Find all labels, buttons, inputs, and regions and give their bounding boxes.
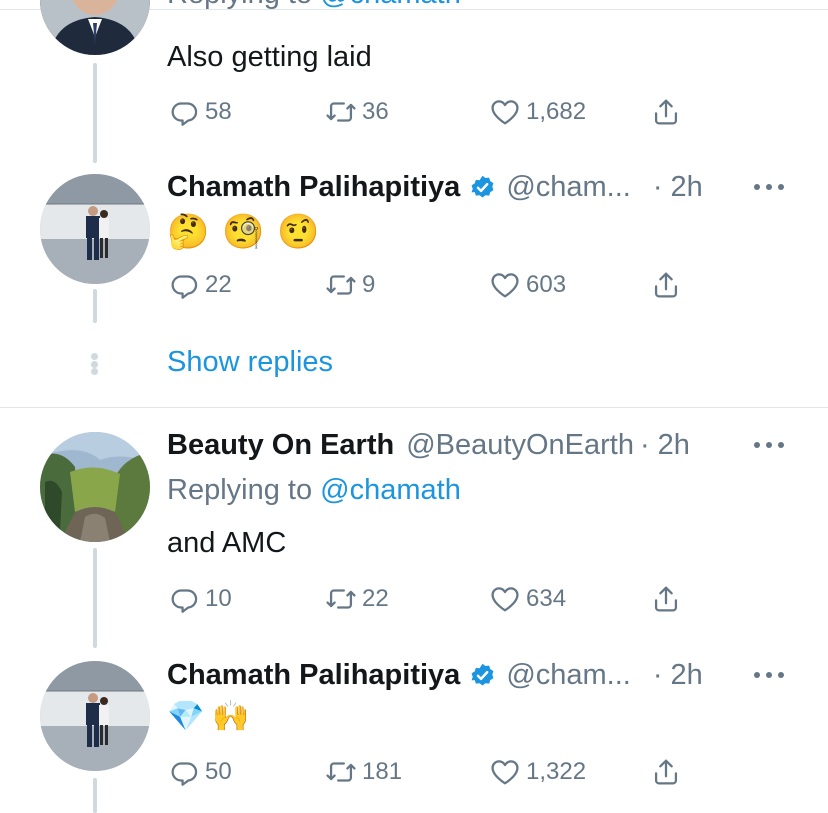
reply-icon bbox=[171, 589, 198, 613]
like-icon bbox=[491, 760, 519, 785]
raised-eyebrow-emoji: 🤨 bbox=[277, 212, 320, 252]
share-button[interactable] bbox=[649, 92, 683, 132]
display-name[interactable]: Chamath Palihapitiya bbox=[167, 659, 460, 692]
raising-hands-emoji: 🙌 bbox=[212, 699, 250, 734]
more-icon[interactable] bbox=[754, 440, 784, 450]
reply-count: 58 bbox=[205, 98, 232, 125]
thread-line bbox=[93, 289, 97, 323]
user-handle[interactable]: @cham... bbox=[506, 171, 631, 204]
tweet-header: Chamath Palihapitiya @cham... · 2h bbox=[167, 167, 703, 207]
retweet-button[interactable]: 36 bbox=[324, 92, 389, 132]
display-name[interactable]: Chamath Palihapitiya bbox=[167, 171, 460, 204]
reply-button[interactable]: 10 bbox=[167, 579, 232, 619]
share-button[interactable] bbox=[649, 265, 683, 305]
user-handle[interactable]: @BeautyOnEarth bbox=[406, 429, 634, 462]
thread-line bbox=[93, 63, 97, 163]
more-icon[interactable] bbox=[754, 670, 784, 680]
thinking-face-emoji: 🤔 bbox=[167, 212, 210, 252]
reply-count: 22 bbox=[205, 271, 232, 298]
avatar-photo-icon bbox=[40, 0, 150, 55]
share-icon bbox=[654, 586, 678, 612]
tweet-actions: 50 181 1,322 bbox=[167, 752, 707, 792]
avatar-photo-icon bbox=[40, 432, 150, 542]
gem-emoji: 💎 bbox=[167, 699, 205, 734]
avatar-photo-icon bbox=[40, 661, 150, 771]
retweet-icon bbox=[326, 275, 356, 295]
reply-icon bbox=[171, 102, 198, 126]
retweet-count: 181 bbox=[362, 758, 403, 785]
verified-badge-icon bbox=[471, 663, 494, 686]
like-icon bbox=[491, 273, 519, 298]
tweet-header: Beauty On Earth @BeautyOnEarth · 2h bbox=[167, 425, 690, 465]
retweet-icon bbox=[326, 102, 356, 122]
timestamp[interactable]: · 2h bbox=[653, 171, 703, 204]
mention-link[interactable]: @chamath bbox=[320, 474, 461, 506]
tweet-actions: 58 36 1,682 bbox=[167, 92, 707, 132]
avatar-photo-icon bbox=[40, 174, 150, 284]
retweet-button[interactable]: 181 bbox=[324, 752, 402, 792]
share-button[interactable] bbox=[649, 579, 683, 619]
like-count: 1,682 bbox=[526, 98, 587, 125]
like-count: 1,322 bbox=[526, 758, 587, 785]
reply-button[interactable]: 50 bbox=[167, 752, 232, 792]
retweet-count: 9 bbox=[362, 271, 376, 298]
thread-continuation-dots bbox=[91, 353, 99, 375]
tweet-text: Also getting laid bbox=[167, 41, 372, 73]
like-icon bbox=[491, 100, 519, 125]
retweet-count: 22 bbox=[362, 585, 389, 612]
display-name[interactable]: Beauty On Earth bbox=[167, 429, 394, 462]
retweet-icon bbox=[326, 762, 356, 782]
monocle-face-emoji: 🧐 bbox=[222, 212, 265, 252]
retweet-icon bbox=[326, 589, 356, 609]
share-button[interactable] bbox=[649, 752, 683, 792]
timestamp[interactable]: · 2h bbox=[653, 659, 703, 692]
mention-link[interactable]: @chamath bbox=[320, 0, 461, 10]
reply-icon bbox=[171, 762, 198, 786]
like-button[interactable]: 1,682 bbox=[488, 92, 586, 132]
tweet-text: and AMC bbox=[167, 527, 287, 559]
like-button[interactable]: 634 bbox=[488, 579, 566, 619]
retweet-button[interactable]: 9 bbox=[324, 265, 375, 305]
verified-badge-icon bbox=[471, 175, 494, 198]
tweet-actions: 10 22 634 bbox=[167, 579, 707, 619]
avatar[interactable] bbox=[40, 661, 150, 771]
reply-to-line: Replying to @chamath bbox=[167, 0, 461, 11]
avatar[interactable] bbox=[40, 432, 150, 542]
user-handle[interactable]: @cham... bbox=[506, 659, 631, 692]
thread-line bbox=[93, 778, 97, 813]
timestamp[interactable]: · 2h bbox=[640, 429, 690, 462]
show-replies-link[interactable]: Show replies bbox=[167, 346, 333, 379]
reply-to-prefix: Replying to bbox=[167, 474, 313, 506]
like-icon bbox=[491, 587, 519, 612]
more-icon[interactable] bbox=[754, 182, 784, 192]
reply-to-prefix: Replying to bbox=[167, 0, 312, 10]
reply-to-line: Replying to @chamath bbox=[167, 474, 461, 507]
reply-count: 50 bbox=[205, 758, 232, 785]
reply-button[interactable]: 22 bbox=[167, 265, 232, 305]
avatar[interactable] bbox=[40, 174, 150, 284]
tweet-actions: 22 9 603 bbox=[167, 265, 707, 305]
reply-icon bbox=[171, 275, 198, 299]
share-icon bbox=[654, 759, 678, 785]
like-button[interactable]: 1,322 bbox=[488, 752, 586, 792]
like-count: 603 bbox=[526, 271, 567, 298]
retweet-button[interactable]: 22 bbox=[324, 579, 389, 619]
tweet-header: Chamath Palihapitiya @cham... · 2h bbox=[167, 655, 703, 695]
reply-button[interactable]: 58 bbox=[167, 92, 232, 132]
like-button[interactable]: 603 bbox=[488, 265, 566, 305]
reply-count: 10 bbox=[205, 585, 232, 612]
share-icon bbox=[654, 99, 678, 125]
share-icon bbox=[654, 272, 678, 298]
retweet-count: 36 bbox=[362, 98, 389, 125]
like-count: 634 bbox=[526, 585, 567, 612]
thread-divider bbox=[0, 407, 828, 408]
avatar[interactable] bbox=[40, 0, 150, 55]
thread-line bbox=[93, 548, 97, 648]
